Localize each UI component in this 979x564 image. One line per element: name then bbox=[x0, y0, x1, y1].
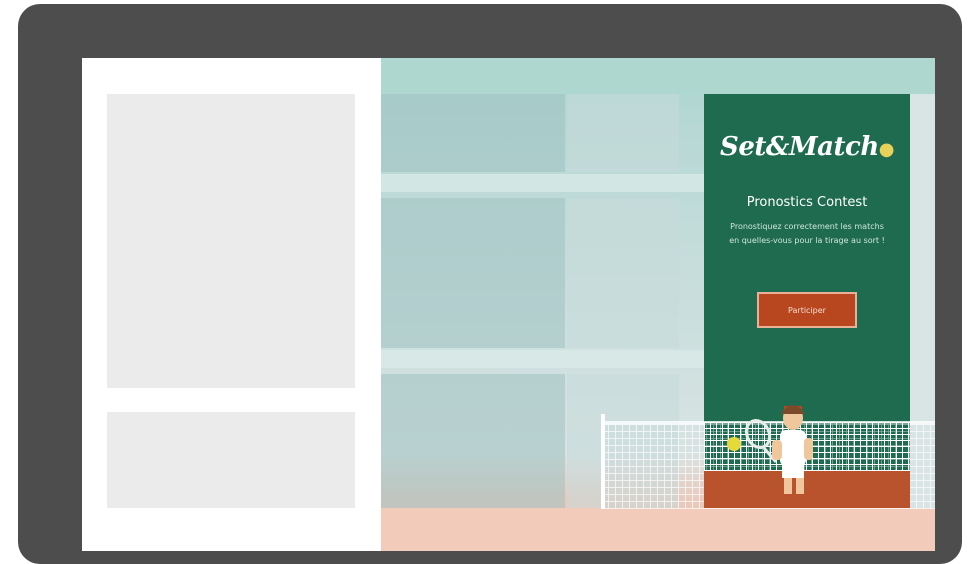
court-floor bbox=[381, 508, 935, 551]
logo-text: Set&Match bbox=[720, 132, 879, 162]
window-pane bbox=[567, 198, 679, 348]
window-pane bbox=[381, 198, 565, 348]
monitor-frame: Set&Match● Pronostics Contest Pronostiqu… bbox=[18, 4, 962, 564]
header-band bbox=[381, 58, 935, 94]
logo-dot-icon: ● bbox=[878, 139, 895, 160]
tennis-ball-icon bbox=[727, 437, 741, 451]
window-pane bbox=[567, 94, 679, 172]
net-post bbox=[601, 414, 605, 509]
placeholder-block-small bbox=[107, 412, 355, 508]
ad-description: Pronostiquez correctement les matchs en … bbox=[729, 222, 885, 245]
website-background: Set&Match● Pronostics Contest Pronostiqu… bbox=[381, 58, 935, 551]
ad-title: Pronostics Contest bbox=[746, 195, 868, 210]
window-pane bbox=[381, 94, 565, 172]
brand-logo: Set&Match● bbox=[704, 132, 910, 162]
placeholder-block-large bbox=[107, 94, 355, 388]
screen: Set&Match● Pronostics Contest Pronostiqu… bbox=[82, 58, 935, 551]
tennis-racket-icon bbox=[744, 418, 778, 463]
left-sidebar bbox=[82, 58, 381, 551]
window-pane bbox=[381, 374, 565, 508]
tennis-player-illustration bbox=[727, 405, 813, 494]
participate-button[interactable]: Participer bbox=[757, 292, 857, 328]
